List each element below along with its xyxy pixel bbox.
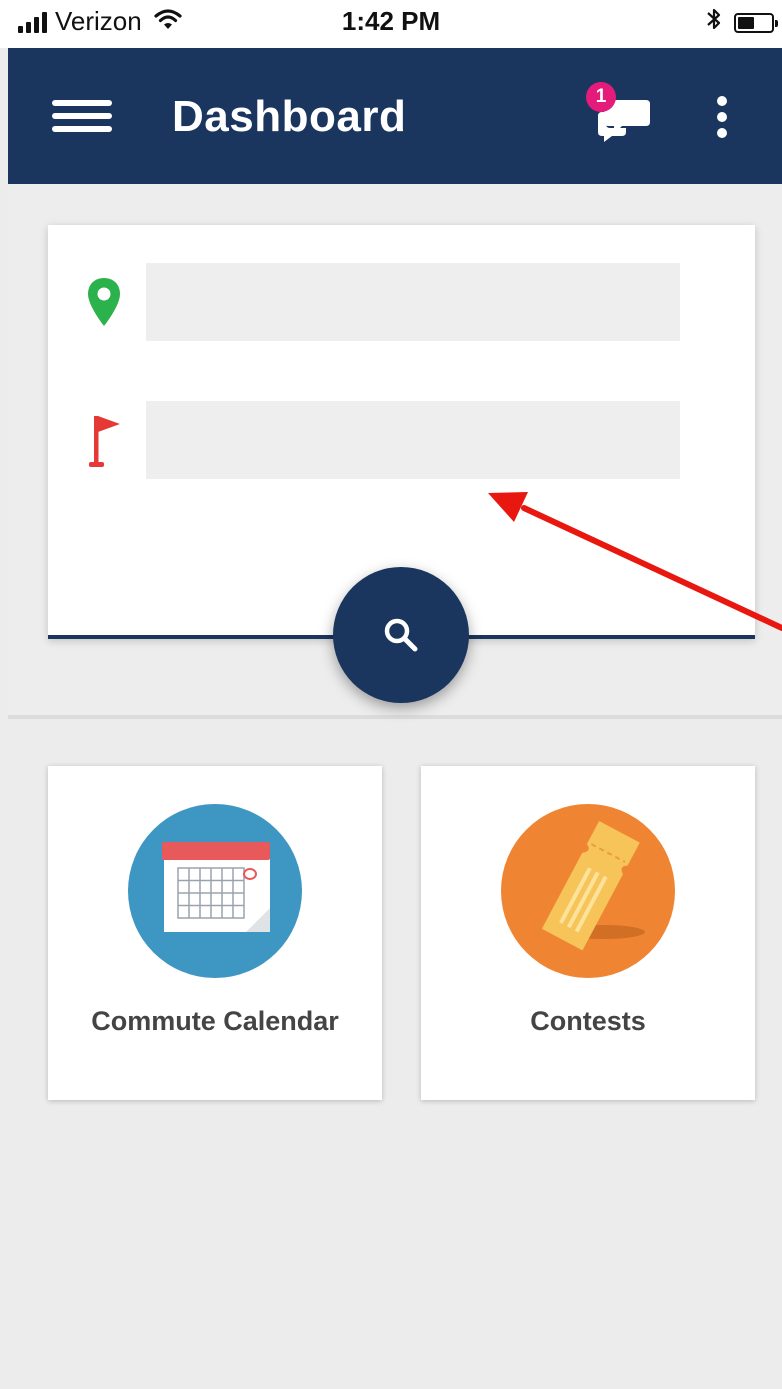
calendar-icon xyxy=(128,804,302,978)
ticket-icon xyxy=(501,804,675,978)
annotation-arrow xyxy=(488,492,782,631)
message-count-badge: 1 xyxy=(586,82,616,112)
tile-label: Contests xyxy=(530,1006,646,1036)
contests-tile[interactable]: Contests xyxy=(421,766,755,1100)
commute-calendar-tile[interactable]: Commute Calendar xyxy=(48,766,382,1100)
tile-label: Commute Calendar xyxy=(91,1006,339,1036)
